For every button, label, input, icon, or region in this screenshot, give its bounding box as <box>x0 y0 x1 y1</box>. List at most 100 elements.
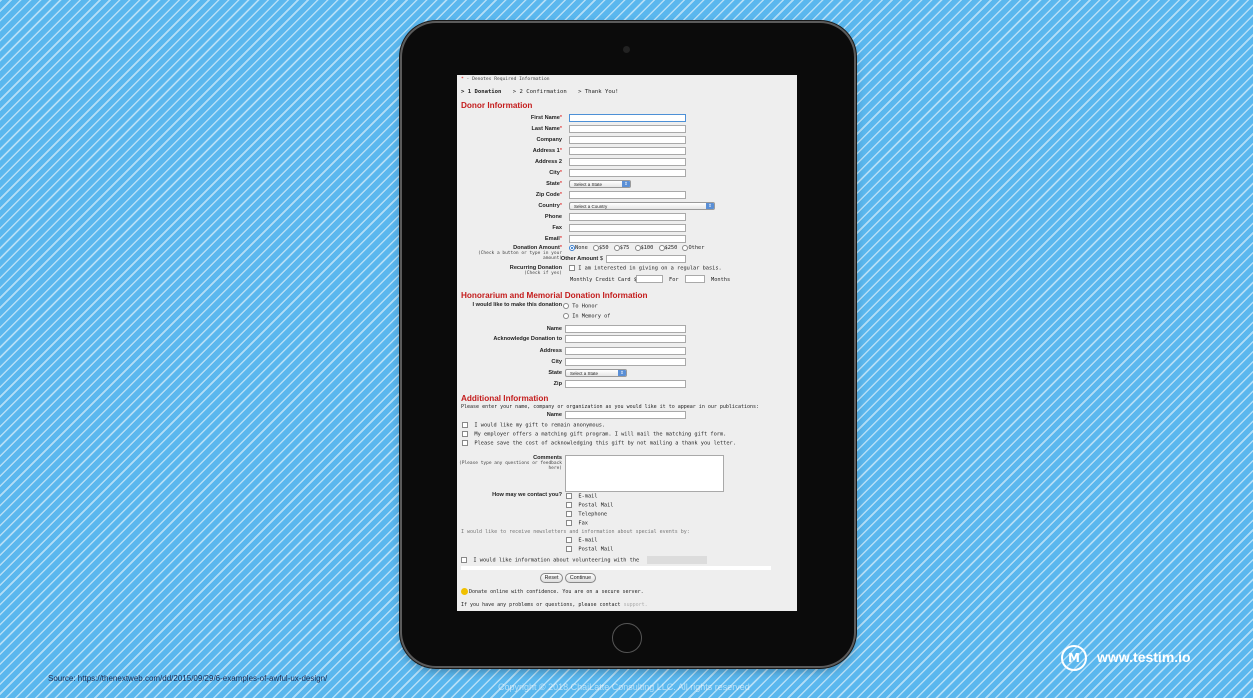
anonymous-checkbox[interactable] <box>462 422 468 428</box>
news-postal-checkbox[interactable] <box>566 546 572 552</box>
phone-field[interactable] <box>569 213 686 221</box>
recurring-checkbox[interactable] <box>569 265 575 271</box>
anonymous-option: I would like my gift to remain anonymous… <box>462 422 605 429</box>
employer-checkbox[interactable] <box>462 431 468 437</box>
honorarium-heading: Honorarium and Memorial Donation Informa… <box>461 291 648 300</box>
volunteer-checkbox[interactable] <box>461 557 467 563</box>
home-button[interactable] <box>612 623 642 653</box>
required-note: * - Denotes Required Information <box>461 77 550 82</box>
monthly-amount-field[interactable] <box>636 275 663 283</box>
honor-name-field[interactable] <box>565 325 686 333</box>
last-name-field[interactable] <box>569 125 686 133</box>
last-name-label: Last Name* <box>457 126 562 132</box>
state-label-text: State <box>546 181 560 187</box>
honor-address-field[interactable] <box>565 347 686 355</box>
option-none: None <box>575 245 588 251</box>
zip-field[interactable] <box>569 191 686 199</box>
chevron-updown-icon: ⇕ <box>622 181 630 187</box>
newsletter-label: I would like to receive newsletters and … <box>461 529 690 535</box>
contact-postal-text: Postal Mail <box>578 502 614 509</box>
honor-state-label: State <box>548 370 562 376</box>
country-select-value: Select a Country <box>574 204 608 209</box>
publication-instructions: Please enter your name, company or organ… <box>461 404 760 410</box>
acknowledge-field[interactable] <box>565 335 686 343</box>
source-caption: Source: https://thenextweb.com/dd/2015/0… <box>48 674 328 683</box>
address1-label: Address 1* <box>457 148 562 154</box>
honor-zip-field[interactable] <box>565 380 686 388</box>
country-label-text: Country <box>538 203 560 209</box>
state-select[interactable]: Select a State ⇕ <box>569 180 631 188</box>
to-honor-option: To Honor <box>563 303 598 310</box>
months-field[interactable] <box>685 275 705 283</box>
company-field[interactable] <box>569 136 686 144</box>
radio-250[interactable] <box>658 245 665 251</box>
reset-button[interactable]: Reset <box>540 573 563 583</box>
required-star: * <box>559 115 562 121</box>
honor-city-field[interactable] <box>565 358 686 366</box>
honor-name-label: Name <box>546 326 562 332</box>
required-star: * <box>559 181 562 187</box>
acknowledge-label: Acknowledge Donation to <box>493 336 562 342</box>
news-postal-text: Postal Mail <box>578 546 614 553</box>
contact-email-checkbox[interactable] <box>566 493 572 499</box>
zip-label: Zip Code* <box>457 192 562 198</box>
comments-textarea[interactable] <box>565 455 724 492</box>
lock-icon <box>461 588 468 595</box>
to-honor-text: To Honor <box>572 303 598 310</box>
required-star: * <box>559 148 562 154</box>
other-amount-field[interactable] <box>606 255 686 263</box>
contact-postal-option: Postal Mail <box>566 502 613 509</box>
country-select[interactable]: Select a Country ⇕ <box>569 202 715 210</box>
donation-form-screen: * - Denotes Required Information > 1 Don… <box>457 75 797 611</box>
months-label: Months <box>711 277 731 283</box>
radio-75[interactable] <box>613 245 620 251</box>
zip-label-text: Zip Code <box>535 192 560 198</box>
step-donation: > 1 Donation <box>461 89 502 95</box>
comments-hint: (Please type any questions or feedback h… <box>459 461 562 471</box>
testim-logo-icon: M <box>1061 645 1087 671</box>
honor-address-label: Address <box>539 348 562 354</box>
save-cost-option: Please save the cost of acknowledging th… <box>462 440 736 447</box>
recurring-hint: (Check if yes) <box>524 271 562 276</box>
publication-name-field[interactable] <box>565 411 686 419</box>
recurring-text: I am interested in giving on a regular b… <box>578 265 722 272</box>
address1-label-text: Address 1 <box>532 148 560 154</box>
phone-label: Phone <box>544 214 562 220</box>
honor-state-select[interactable]: Select a State ⇕ <box>565 369 627 377</box>
radio-in-memory[interactable] <box>563 313 569 319</box>
step-confirmation: > 2 Confirmation <box>512 89 567 95</box>
employer-option: My employer offers a matching gift progr… <box>462 431 726 438</box>
divider-line <box>461 566 771 570</box>
contact-fax-checkbox[interactable] <box>566 520 572 526</box>
step-thank-you: > Thank You! <box>578 89 619 95</box>
address1-field[interactable] <box>569 147 686 155</box>
fax-label: Fax <box>552 225 562 231</box>
contact-email-text: E-mail <box>578 493 598 500</box>
radio-to-honor[interactable] <box>563 303 569 309</box>
email-field[interactable] <box>569 235 686 243</box>
volunteer-text: I would like information about volunteer… <box>473 557 640 564</box>
city-label: City* <box>457 170 562 176</box>
copyright-footer: Copyright © 2018 ChaiLatte Consulting LL… <box>498 682 750 692</box>
support-link[interactable]: support. <box>624 602 648 608</box>
option-100: $100 <box>640 245 654 251</box>
required-star: * <box>559 236 562 242</box>
radio-100[interactable] <box>634 245 641 251</box>
address2-field[interactable] <box>569 158 686 166</box>
continue-button[interactable]: Continue <box>565 573 596 583</box>
news-email-checkbox[interactable] <box>566 537 572 543</box>
for-label: For <box>669 277 679 283</box>
camera-dot <box>623 46 630 53</box>
city-field[interactable] <box>569 169 686 177</box>
save-cost-text: Please save the cost of acknowledging th… <box>474 440 736 447</box>
save-cost-checkbox[interactable] <box>462 440 468 446</box>
first-name-field[interactable] <box>569 114 686 122</box>
state-select-value: Select a State <box>574 182 603 187</box>
fax-field[interactable] <box>569 224 686 232</box>
news-email-text: E-mail <box>578 537 598 544</box>
employer-text: My employer offers a matching gift progr… <box>474 431 727 438</box>
chevron-updown-icon: ⇕ <box>706 203 714 209</box>
contact-postal-checkbox[interactable] <box>566 502 572 508</box>
contact-telephone-checkbox[interactable] <box>566 511 572 517</box>
other-amount-label-text: Other Amount <box>560 256 599 262</box>
